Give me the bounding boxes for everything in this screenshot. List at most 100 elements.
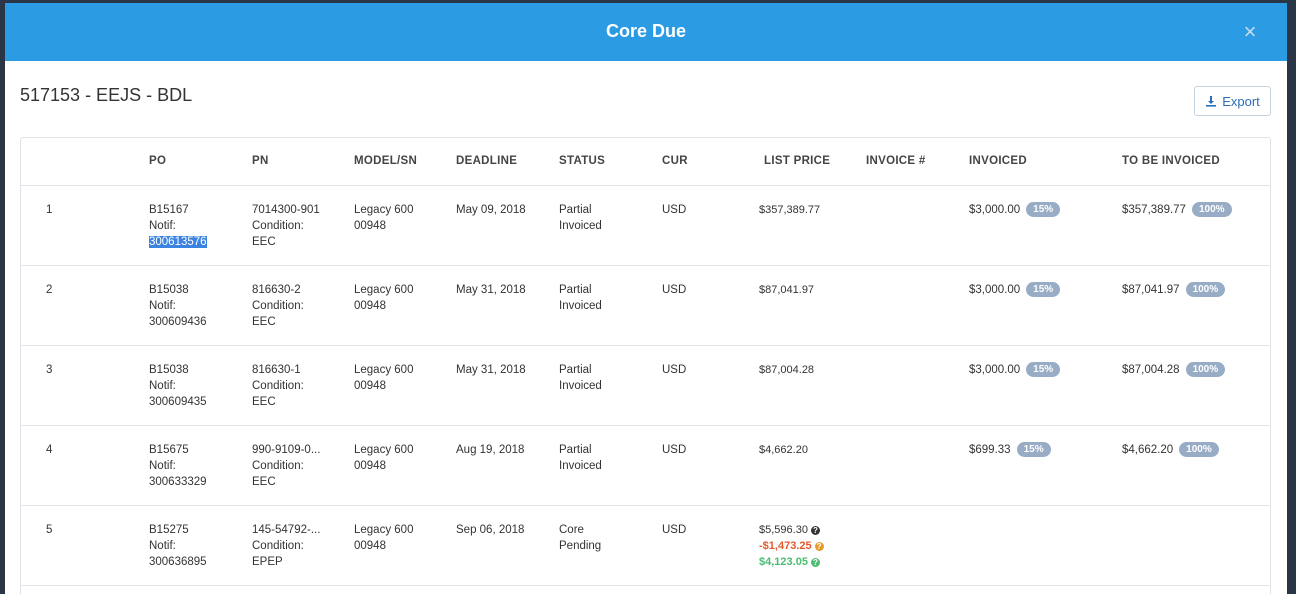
table-row[interactable]: 5 B15275 Notif: 300636895 145-54792-... … (21, 506, 1270, 586)
part-number: 816630-2 (252, 284, 301, 296)
to-be-invoiced-cell: $357,389.77 100% (1122, 202, 1232, 218)
help-icon[interactable]: ? (810, 526, 820, 535)
notif-number[interactable]: 300613576 (149, 236, 207, 248)
notif-label: Notif: (149, 540, 176, 552)
invoiced-cell: $3,000.00 15% (969, 362, 1061, 378)
deadline: May 31, 2018 (456, 364, 526, 376)
model: Legacy 600 (354, 524, 414, 536)
list-price: $4,662.20 (759, 444, 808, 456)
col-header-model-sn[interactable]: MODEL/SN (354, 155, 417, 167)
condition-label: Condition: (252, 460, 304, 472)
notif-number[interactable]: 300636895 (149, 554, 207, 570)
model: Legacy 600 (354, 364, 414, 376)
model: Legacy 600 (354, 204, 414, 216)
invoiced-amount: $3,000.00 (969, 284, 1021, 296)
col-header-invoice-number[interactable]: INVOICE # (866, 155, 926, 167)
po-cell: B15675 Notif: 300633329 (149, 442, 207, 490)
status-cell: Core Pending (559, 522, 601, 554)
status-line-1: Core (559, 524, 584, 536)
invoiced-cell: $3,000.00 15% (969, 202, 1061, 218)
model: Legacy 600 (354, 444, 414, 456)
table-row[interactable]: 3 B15038 Notif: 300609435 816630-1 Condi… (21, 346, 1270, 426)
serial-number: 00948 (354, 300, 386, 312)
deadline: May 09, 2018 (456, 204, 526, 216)
model-sn-cell: Legacy 600 00948 (354, 362, 413, 394)
pn-cell: 816630-2 Condition: EEC (252, 282, 304, 330)
close-icon[interactable]: × (1241, 21, 1259, 43)
to-be-invoiced-amount: $87,004.28 (1122, 364, 1180, 376)
part-number: 816630-1 (252, 364, 301, 376)
condition-value: EEC (252, 236, 276, 248)
notif-number[interactable]: 300633329 (149, 474, 207, 490)
currency: USD (662, 524, 687, 536)
col-header-status[interactable]: STATUS (559, 155, 605, 167)
col-header-cur[interactable]: CUR (662, 155, 688, 167)
status-cell: Partial Invoiced (559, 202, 602, 234)
pn-cell: 816630-1 Condition: EEC (252, 362, 304, 410)
currency: USD (662, 204, 687, 216)
core-due-modal: Core Due × 517153 - EEJS - BDL Export PO… (5, 3, 1287, 594)
condition-label: Condition: (252, 540, 304, 552)
deadline: May 31, 2018 (456, 284, 526, 296)
model-sn-cell: Legacy 600 00948 (354, 442, 413, 474)
table-header: PO PN MODEL/SN DEADLINE STATUS CUR LIST … (21, 138, 1270, 186)
table-row[interactable]: 1 B15167 Notif: 300613576 7014300-901 Co… (21, 186, 1270, 266)
table-row[interactable]: 4 B15675 Notif: 300633329 990-9109-0... … (21, 426, 1270, 506)
notif-number[interactable]: 300609436 (149, 314, 207, 330)
col-header-pn[interactable]: PN (252, 155, 269, 167)
to-be-invoiced-amount: $87,041.97 (1122, 284, 1180, 296)
row-number: 3 (46, 364, 53, 376)
notif-number[interactable]: 300609435 (149, 394, 207, 410)
to-be-invoiced-percent-badge: 100% (1191, 202, 1232, 217)
invoiced-percent-badge: 15% (1026, 202, 1061, 217)
pn-cell: 7014300-901 Condition: EEC (252, 202, 320, 250)
price-adjustment: -$1,473.25 (759, 540, 812, 552)
part-number: 990-9109-0... (252, 444, 321, 456)
list-price-breakdown: $5,596.30? -$1,473.25? $4,123.05? (759, 522, 824, 570)
status-cell: Partial Invoiced (559, 362, 602, 394)
condition-label: Condition: (252, 220, 304, 232)
status-line-1: Partial (559, 364, 592, 376)
model: Legacy 600 (354, 284, 414, 296)
status-cell: Partial Invoiced (559, 442, 602, 474)
part-number: 7014300-901 (252, 204, 320, 216)
to-be-invoiced-percent-badge: 100% (1185, 282, 1226, 297)
col-header-to-be-invoiced[interactable]: TO BE INVOICED (1122, 155, 1220, 167)
serial-number: 00948 (354, 380, 386, 392)
list-price: $87,041.97 (759, 284, 815, 296)
modal-title: Core Due (605, 21, 686, 41)
help-icon[interactable]: ? (810, 558, 820, 567)
status-line-2: Invoiced (559, 380, 602, 392)
col-header-deadline[interactable]: DEADLINE (456, 155, 517, 167)
po-cell: B15038 Notif: 300609435 (149, 362, 207, 410)
invoiced-cell: $3,000.00 15% (969, 282, 1061, 298)
currency: USD (662, 364, 687, 376)
modal-header: Core Due × (5, 3, 1287, 61)
notif-label: Notif: (149, 220, 176, 232)
row-number: 1 (46, 204, 53, 216)
po-cell: B15167 Notif: 300613576 (149, 202, 207, 250)
row-number: 5 (46, 524, 53, 536)
to-be-invoiced-cell: $4,662.20 100% (1122, 442, 1219, 458)
table-row[interactable]: 2 B15038 Notif: 300609436 816630-2 Condi… (21, 266, 1270, 346)
serial-number: 00948 (354, 220, 386, 232)
export-button[interactable]: Export (1194, 86, 1271, 116)
status-line-2: Invoiced (559, 460, 602, 472)
download-icon (1206, 96, 1217, 107)
condition-value: EEC (252, 396, 276, 408)
status-line-2: Pending (559, 540, 602, 552)
part-number: 145-54792-... (252, 524, 321, 536)
col-header-list-price[interactable]: LIST PRICE (764, 155, 830, 167)
col-header-invoiced[interactable]: INVOICED (969, 155, 1027, 167)
row-number: 4 (46, 444, 53, 456)
col-header-po[interactable]: PO (149, 155, 166, 167)
to-be-invoiced-cell: $87,004.28 100% (1122, 362, 1226, 378)
po-number: B15167 (149, 204, 189, 216)
export-label: Export (1222, 93, 1260, 109)
to-be-invoiced-cell: $87,041.97 100% (1122, 282, 1226, 298)
help-icon[interactable]: ? (814, 542, 824, 551)
deadline: Sep 06, 2018 (456, 524, 525, 536)
po-cell: B15038 Notif: 300609436 (149, 282, 207, 330)
status-cell: Partial Invoiced (559, 282, 602, 314)
po-number: B15038 (149, 284, 189, 296)
